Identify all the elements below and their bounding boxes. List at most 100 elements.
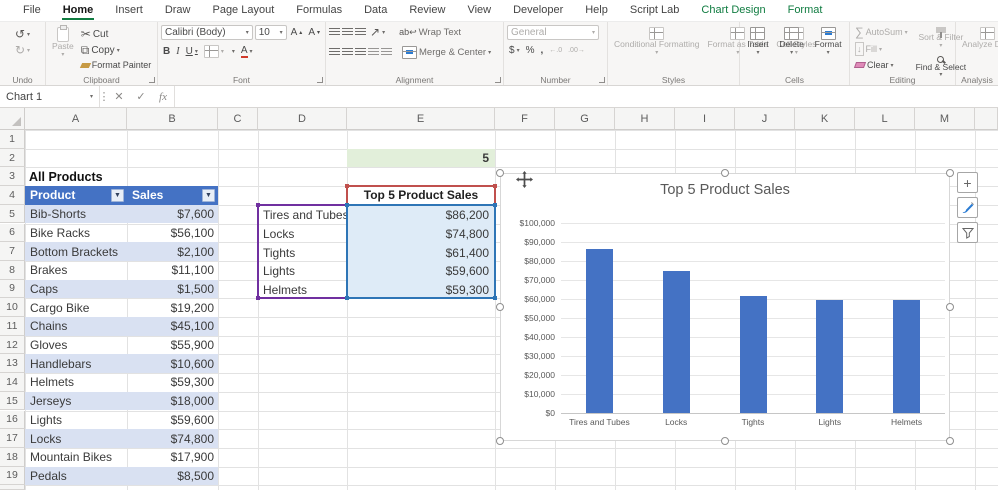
chart-styles-button[interactable] <box>957 197 978 218</box>
product-cell[interactable]: Chains <box>30 319 67 333</box>
undo-button[interactable]: ↺▾ <box>13 27 32 41</box>
font-color-button[interactable]: A▾ <box>239 44 255 59</box>
range-handle[interactable] <box>493 184 497 188</box>
range-handle[interactable] <box>345 296 349 300</box>
column-header-B[interactable]: B <box>127 108 218 130</box>
filter-dropdown-icon[interactable]: ▼ <box>111 189 124 202</box>
top5-value-cell[interactable]: $61,400 <box>348 243 494 262</box>
row-header-18[interactable]: 18 <box>0 448 25 467</box>
format-painter-button[interactable]: Format Painter <box>79 59 154 71</box>
delete-cells-button[interactable]: Delete▾ <box>776 25 807 59</box>
row-header-1[interactable]: 1 <box>0 130 25 149</box>
top5-value-cell[interactable]: $59,300 <box>348 281 494 300</box>
sales-cell[interactable]: $45,100 <box>171 319 214 333</box>
clear-button[interactable]: Clear▾ <box>853 59 910 71</box>
sales-cell[interactable]: $8,500 <box>177 469 214 483</box>
cancel-entry-button[interactable]: ✕ <box>108 86 130 107</box>
row-header-15[interactable]: 15 <box>0 392 25 411</box>
merge-center-button[interactable]: Merge & Center▾ <box>400 45 493 60</box>
increase-font-button[interactable]: A▴ <box>289 26 305 39</box>
borders-button[interactable]: ▾ <box>202 44 226 59</box>
top5-category-cell[interactable]: Helmets <box>259 281 346 300</box>
tab-help[interactable]: Help <box>574 1 619 20</box>
autosum-button[interactable]: ∑AutoSum▾ <box>853 25 910 39</box>
cut-button[interactable]: ✂Cut <box>79 27 154 41</box>
tab-file[interactable]: File <box>12 1 52 20</box>
increase-indent-button[interactable] <box>381 48 392 57</box>
format-cells-button[interactable]: Format▾ <box>812 25 845 59</box>
sales-cell[interactable]: $74,800 <box>171 432 214 446</box>
row-header-16[interactable]: 16 <box>0 411 25 430</box>
tab-view[interactable]: View <box>456 1 502 20</box>
filter-dropdown-icon[interactable]: ▼ <box>202 189 215 202</box>
redo-button[interactable]: ↻▾ <box>13 43 32 57</box>
range-handle[interactable] <box>256 203 260 207</box>
top5-category-cell[interactable]: Tights <box>259 243 346 262</box>
top5-values-range[interactable]: $86,200$74,800$61,400$59,600$59,300 <box>346 204 496 300</box>
row-header-8[interactable]: 8 <box>0 261 25 280</box>
paste-button[interactable]: Paste▾ <box>49 25 77 61</box>
sales-cell[interactable]: $1,500 <box>177 282 214 296</box>
worksheet-grid[interactable]: Top 5 Product Sales $0$10,000$20,000$30,… <box>0 108 998 490</box>
italic-button[interactable]: I <box>174 45 181 58</box>
number-format-select[interactable]: General▾ <box>507 25 599 40</box>
increase-decimal-button[interactable]: ←.0 <box>547 46 564 55</box>
range-handle[interactable] <box>345 203 349 207</box>
range-handle[interactable] <box>256 296 260 300</box>
tab-review[interactable]: Review <box>398 1 456 20</box>
tab-insert[interactable]: Insert <box>104 1 154 20</box>
cell-e2-count-input[interactable]: 5 <box>347 149 495 168</box>
sales-cell[interactable]: $19,200 <box>171 301 214 315</box>
column-header-A[interactable]: A <box>25 108 127 130</box>
fill-color-button[interactable]: ▾ <box>228 47 237 56</box>
decrease-font-button[interactable]: A▾ <box>306 26 322 39</box>
chart-selection-handle[interactable] <box>496 169 504 177</box>
top5-category-cell[interactable]: Locks <box>259 224 346 243</box>
tab-page-layout[interactable]: Page Layout <box>201 1 285 20</box>
row-header-2[interactable]: 2 <box>0 149 25 168</box>
product-cell[interactable]: Gloves <box>30 338 67 352</box>
chart-bar[interactable] <box>816 300 843 413</box>
namebox-splitter[interactable]: ⋮ <box>100 86 108 107</box>
product-cell[interactable]: Caps <box>30 282 58 296</box>
font-dialog-launcher-icon[interactable] <box>317 77 323 83</box>
underline-button[interactable]: U▾ <box>184 45 200 58</box>
tab-script-lab[interactable]: Script Lab <box>619 1 691 20</box>
bold-button[interactable]: B <box>161 45 172 58</box>
top5-category-cell[interactable]: Lights <box>259 262 346 281</box>
tab-data[interactable]: Data <box>353 1 398 20</box>
comma-button[interactable]: , <box>538 44 545 57</box>
formula-input[interactable] <box>174 86 998 107</box>
row-header-5[interactable]: 5 <box>0 205 25 224</box>
product-cell[interactable]: Pedals <box>30 469 67 483</box>
top5-category-range[interactable]: Tires and TubesLocksTightsLightsHelmets <box>257 204 348 300</box>
embedded-chart[interactable]: Top 5 Product Sales $0$10,000$20,000$30,… <box>500 173 950 441</box>
column-header-L[interactable]: L <box>855 108 915 130</box>
align-middle-button[interactable] <box>342 28 353 37</box>
chart-selection-handle[interactable] <box>721 437 729 445</box>
clipboard-dialog-launcher-icon[interactable] <box>149 77 155 83</box>
column-header-I[interactable]: I <box>675 108 735 130</box>
range-handle[interactable] <box>493 296 497 300</box>
range-handle[interactable] <box>345 184 349 188</box>
top5-value-cell[interactable]: $74,800 <box>348 224 494 243</box>
chart-title[interactable]: Top 5 Product Sales <box>501 182 949 198</box>
row-header-partial[interactable] <box>0 485 25 490</box>
product-cell[interactable]: Bib-Shorts <box>30 207 86 221</box>
product-cell[interactable]: Locks <box>30 432 61 446</box>
row-header-11[interactable]: 11 <box>0 317 25 336</box>
sales-cell[interactable]: $17,900 <box>171 450 214 464</box>
sales-cell[interactable]: $59,600 <box>171 413 214 427</box>
tab-chart-design[interactable]: Chart Design <box>690 1 776 20</box>
select-all-corner[interactable] <box>0 108 25 130</box>
sales-cell[interactable]: $10,600 <box>171 357 214 371</box>
tab-home[interactable]: Home <box>52 1 105 20</box>
insert-function-button[interactable]: fx <box>152 86 174 107</box>
row-header-19[interactable]: 19 <box>0 467 25 486</box>
top5-category-cell[interactable]: Tires and Tubes <box>259 206 346 225</box>
chart-selection-handle[interactable] <box>946 169 954 177</box>
column-header-K[interactable]: K <box>795 108 855 130</box>
product-cell[interactable]: Lights <box>30 413 62 427</box>
sales-cell[interactable]: $11,100 <box>172 263 215 277</box>
row-header-4[interactable]: 4 <box>0 186 25 205</box>
